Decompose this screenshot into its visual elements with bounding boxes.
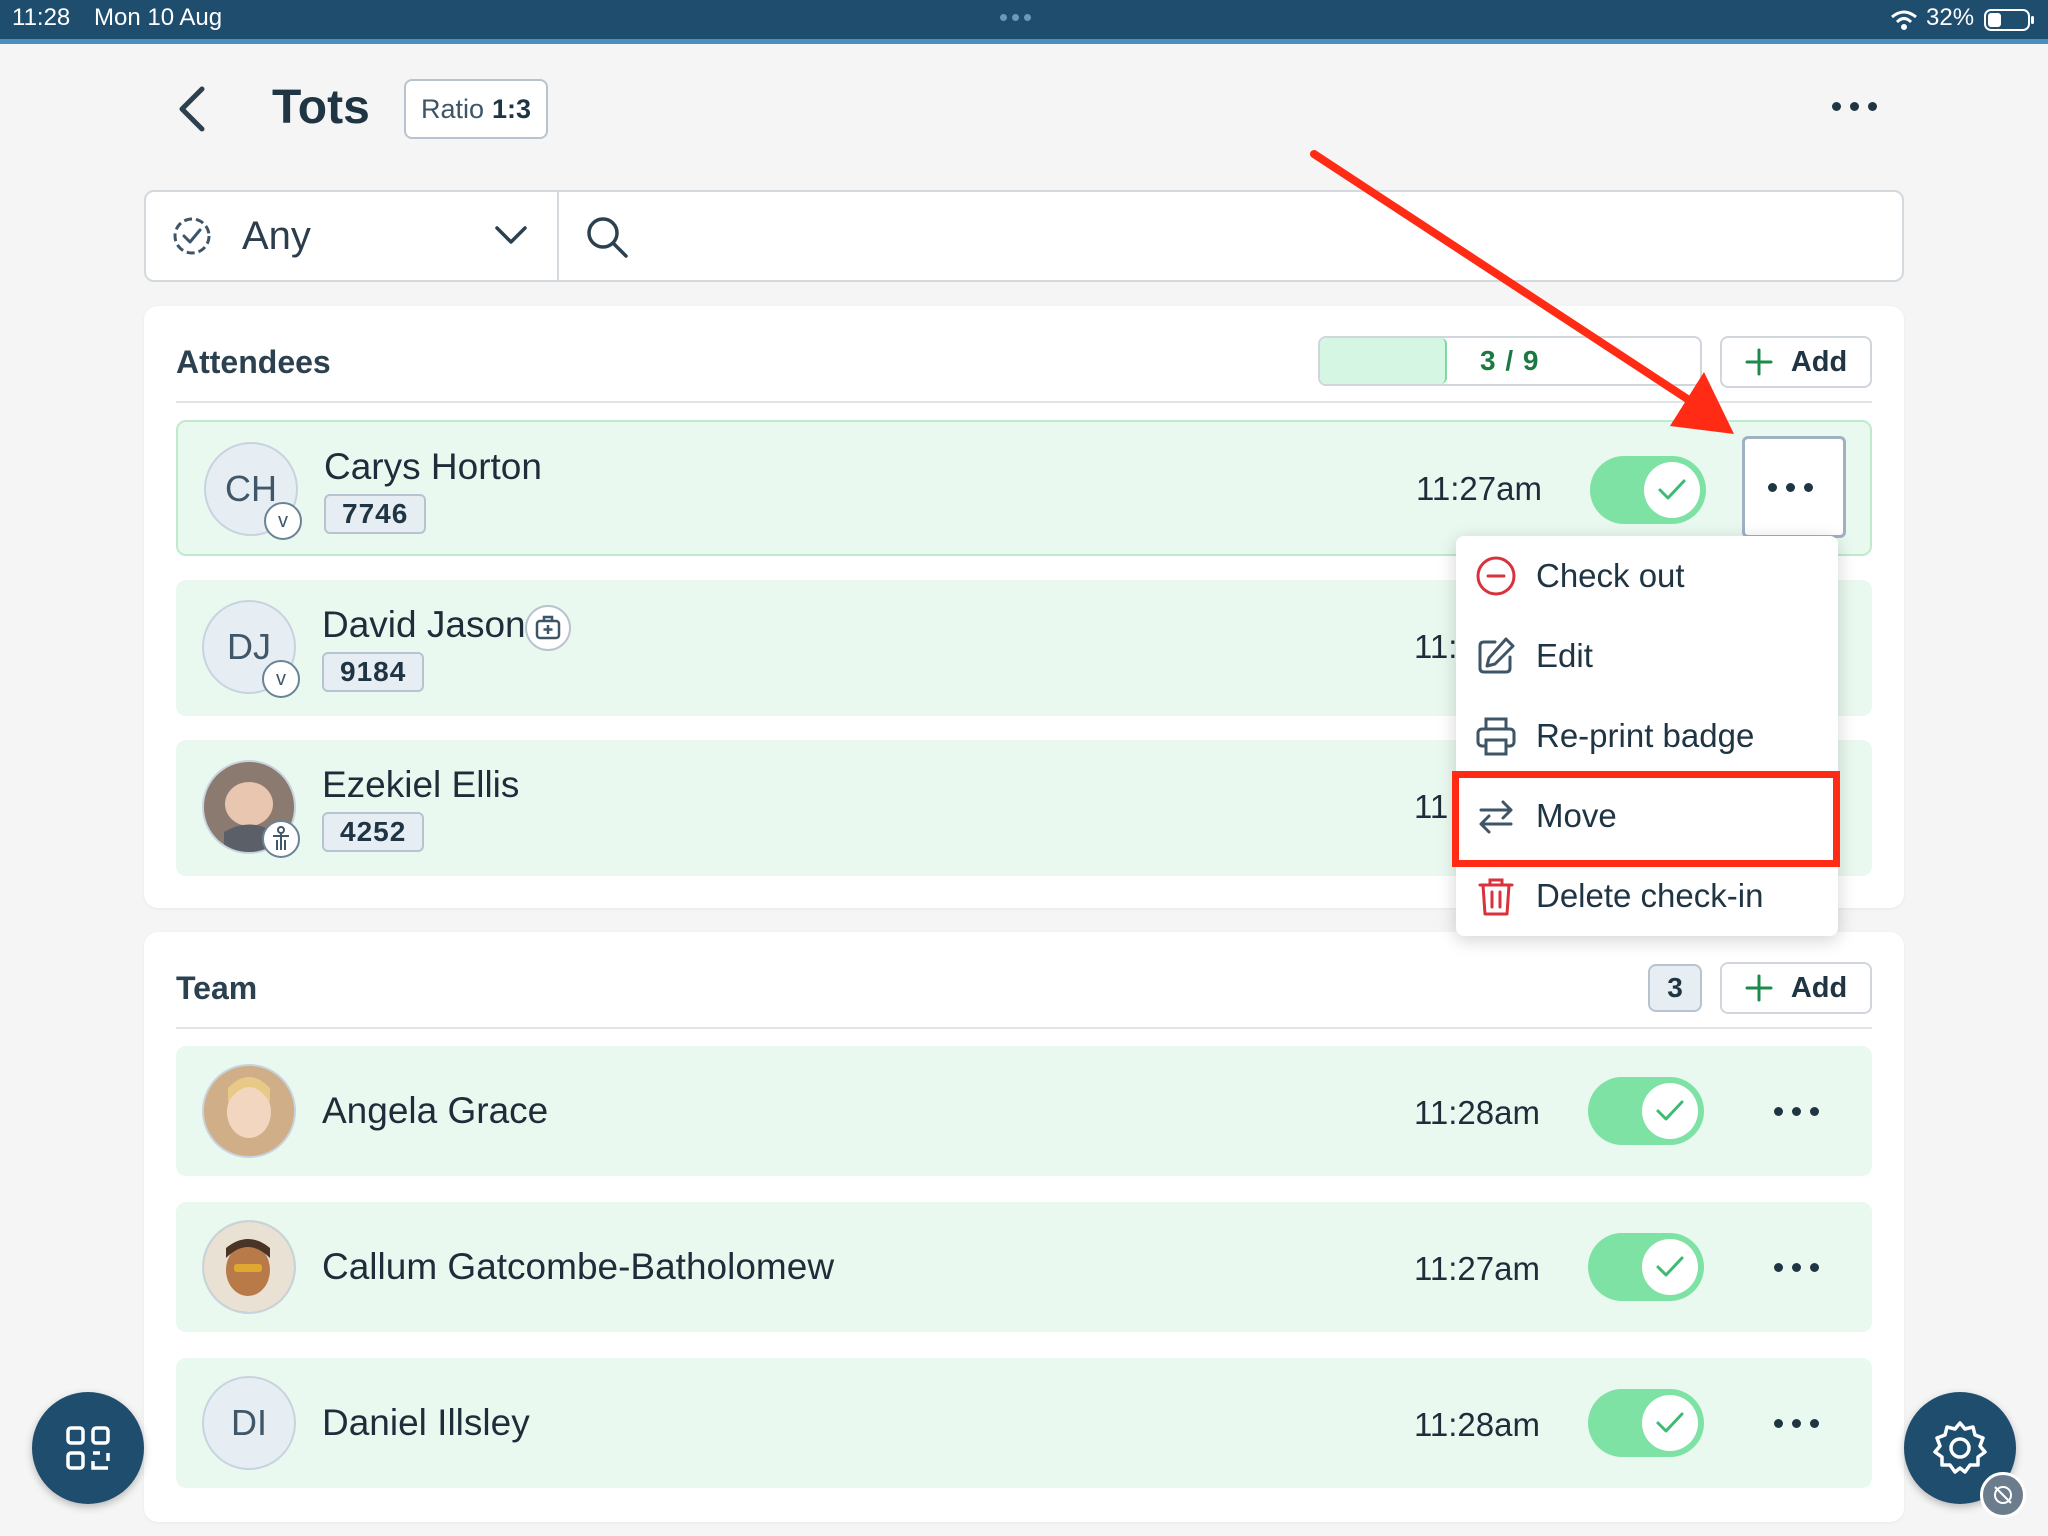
woman-photo (204, 1066, 294, 1156)
team-row[interactable]: DI Daniel Illsley 11:28am (176, 1358, 1872, 1488)
status-bar: 11:28 Mon 10 Aug 32% (0, 0, 2048, 44)
check-in-toggle[interactable] (1588, 1233, 1704, 1301)
status-filter-select[interactable]: Any (146, 192, 556, 280)
edit-icon (1478, 637, 1515, 674)
row-more-button[interactable] (1756, 1247, 1836, 1287)
header-more-button[interactable] (1832, 102, 1877, 111)
menu-item-label: Delete check-in (1536, 877, 1764, 914)
team-member-name: Daniel Illsley (322, 1402, 530, 1443)
team-row[interactable]: Callum Gatcombe-Batholomew 11:27am (176, 1202, 1872, 1332)
team-title: Team (176, 970, 258, 1006)
row-actions-menu: Check out Edit Re-print badge Move Delet… (1456, 536, 1838, 936)
check-in-time: 11:28am (1414, 1406, 1540, 1443)
avatar-photo (202, 760, 300, 858)
row-more-button[interactable] (1756, 1403, 1836, 1443)
check-in-toggle[interactable] (1588, 1077, 1704, 1145)
attendee-pin: 9184 (322, 652, 425, 692)
gear-icon (1933, 1421, 1987, 1474)
row-more-button-active[interactable] (1742, 436, 1846, 538)
qr-code-icon (66, 1426, 110, 1470)
trash-icon (1478, 878, 1514, 916)
add-attendee-label: Add (1790, 345, 1848, 378)
avatar-photo (202, 1064, 296, 1158)
attendee-name: David Jason (322, 604, 526, 645)
avatar-initials: DJ (227, 626, 271, 667)
team-count-badge: 3 (1648, 964, 1702, 1012)
check-circle-dashed-icon (173, 217, 211, 255)
attendees-title: Attendees (176, 344, 331, 380)
check-in-time: 11 (1414, 788, 1449, 825)
check-icon (1656, 1100, 1684, 1121)
battery-percent: 32% (1926, 4, 1975, 31)
ratio-label: Ratio (420, 93, 484, 124)
annotation-highlight-box (1452, 771, 1840, 867)
add-team-button[interactable]: Add (1720, 962, 1872, 1014)
back-chevron-icon[interactable] (176, 86, 206, 132)
avatar: DI (202, 1376, 296, 1470)
avatar-initials: CH (225, 468, 277, 509)
menu-item-delete-check-in[interactable]: Delete check-in (1456, 856, 1838, 936)
check-in-toggle[interactable] (1588, 1389, 1704, 1457)
attendee-name: Ezekiel Ellis (322, 764, 520, 805)
attendee-pin: 7746 (324, 494, 427, 534)
check-icon (1658, 479, 1686, 500)
plus-icon (1745, 974, 1773, 1002)
check-in-time: 11:27am (1416, 470, 1542, 507)
child-badge-icon (262, 820, 300, 858)
search-icon (587, 217, 628, 258)
avatar-initials: DI (231, 1402, 267, 1443)
check-icon (1656, 1256, 1684, 1277)
visitor-badge-icon: v (264, 502, 302, 540)
annotation-arrow (1310, 150, 1734, 434)
team-row[interactable]: Angela Grace 11:28am (176, 1046, 1872, 1176)
team-member-name: Angela Grace (322, 1090, 549, 1131)
more-dots-icon (1768, 483, 1813, 492)
menu-item-label: Check out (1536, 557, 1685, 594)
status-date: Mon 10 Aug (94, 4, 223, 31)
attendee-pin: 4252 (322, 812, 425, 852)
status-time: 11:28 (12, 4, 71, 31)
menu-item-label: Edit (1536, 637, 1593, 674)
printer-icon (1476, 717, 1516, 756)
qr-scan-button[interactable] (32, 1392, 144, 1504)
check-in-time: 11:27am (1414, 1250, 1540, 1287)
check-in-toggle[interactable] (1590, 456, 1706, 524)
status-filter-value: Any (242, 214, 311, 258)
add-team-label: Add (1790, 971, 1848, 1004)
page-title: Tots (272, 81, 370, 134)
avatar: CH v (204, 442, 302, 540)
row-more-button[interactable] (1756, 1091, 1836, 1131)
man-photo (204, 1222, 294, 1312)
minus-circle-icon (1476, 556, 1516, 596)
wifi-icon (1891, 10, 1917, 30)
check-in-time: 11: (1414, 628, 1458, 665)
offline-sync-icon (1980, 1472, 2026, 1518)
avatar: DJ v (202, 600, 300, 698)
check-in-time: 11:28am (1414, 1094, 1540, 1131)
ratio-value: 1:3 (492, 93, 532, 124)
menu-item-edit[interactable]: Edit (1456, 616, 1838, 696)
visitor-badge-icon: v (262, 660, 300, 698)
multitask-dots-icon[interactable] (1000, 14, 1031, 21)
check-icon (1656, 1412, 1684, 1433)
chevron-down-icon (495, 226, 527, 244)
medical-kit-icon (525, 605, 571, 651)
ratio-badge: Ratio 1:3 (404, 79, 548, 139)
avatar-photo (202, 1220, 296, 1314)
menu-item-check-out[interactable]: Check out (1456, 536, 1838, 616)
divider (176, 1027, 1872, 1029)
team-member-name: Callum Gatcombe-Batholomew (322, 1246, 835, 1287)
menu-item-reprint-badge[interactable]: Re-print badge (1456, 696, 1838, 776)
attendee-name: Carys Horton (324, 446, 542, 487)
menu-item-label: Re-print badge (1536, 717, 1755, 754)
battery-icon (1984, 9, 2034, 31)
